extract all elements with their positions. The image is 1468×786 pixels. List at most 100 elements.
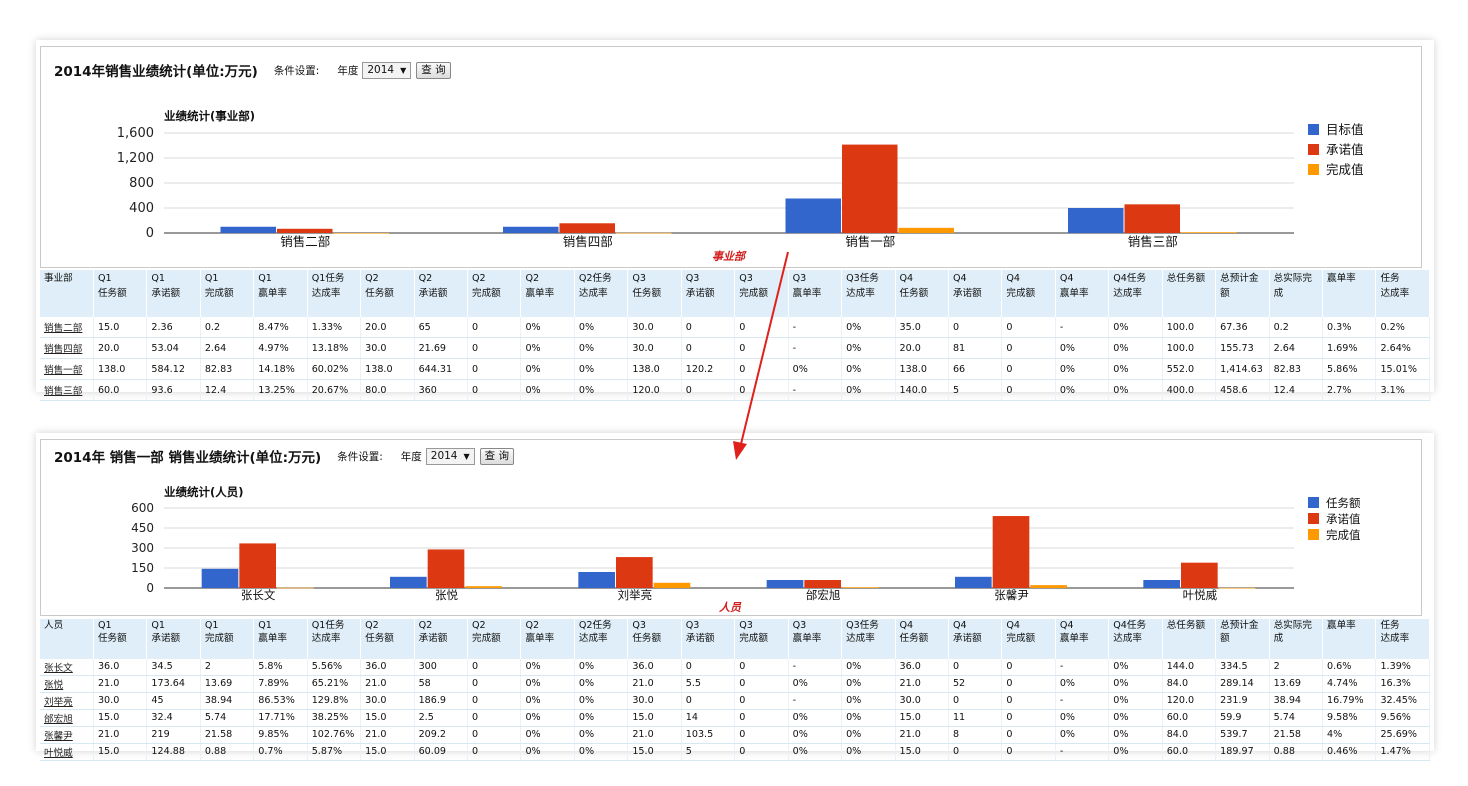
row-name-cell: 张长文 [40,658,94,676]
row-link[interactable]: 张馨尹 [44,731,73,742]
row-link[interactable]: 张长文 [44,663,73,674]
chart-title: 业绩统计(人员) [164,485,244,499]
column-header: Q2 完成额 [467,270,522,317]
table-cell: 0% [1108,379,1163,401]
legend-label: 任务额 [1326,496,1361,510]
table-cell: 1.33% [307,317,362,338]
table-cell: 65.21% [307,675,362,693]
column-header: Q1 完成额 [200,619,255,659]
table-cell: 0 [734,709,789,727]
column-header: Q3 承诺额 [681,270,736,317]
column-header: 总实际完成 [1269,619,1324,659]
section-label: 事业部 [712,250,745,263]
column-header: 赢单率 [1322,270,1377,317]
column-header: Q1任务 达成率 [307,270,362,317]
table-cell: 0 [467,358,522,380]
column-header: Q3 完成额 [734,270,789,317]
row-link[interactable]: 销售一部 [44,365,82,376]
legend-label: 目标值 [1326,122,1364,137]
table-cell: 0.3% [1322,317,1377,338]
bar [559,223,615,233]
row-name-cell: 叶悦威 [40,743,94,761]
column-header: Q3 任务额 [627,619,682,659]
table-cell: 138.0 [93,358,148,380]
table-cell: 5.74 [200,709,255,727]
table-cell: 15.0 [93,709,148,727]
bar [842,587,879,588]
column-header: Q3 任务额 [627,270,682,317]
table-cell: 13.69 [200,675,255,693]
table-cell: 0.2% [1375,317,1430,338]
table-cell: 84.0 [1162,675,1217,693]
column-header: Q2 完成额 [467,619,522,659]
table-cell: 9.56% [1375,709,1430,727]
section-label: 人员 [719,601,741,614]
table-cell: 0% [788,675,843,693]
bar [1143,580,1180,588]
table-cell: - [1055,743,1110,761]
table-cell: 0 [1001,337,1056,359]
column-header: Q4任务 达成率 [1108,619,1163,659]
table-cell: 0.7% [253,743,308,761]
row-link[interactable]: 叶悦威 [44,748,73,759]
table-cell: 36.0 [93,658,148,676]
table-cell: 14.18% [253,358,308,380]
column-header: Q3 赢单率 [788,619,843,659]
column-header: Q2 任务额 [360,619,415,659]
y-tick-label: 800 [129,176,154,191]
y-tick-label: 1,600 [117,126,154,141]
row-link[interactable]: 邰宏旭 [44,714,73,725]
table-cell: 2.64 [1269,337,1324,359]
table-cell: 13.18% [307,337,362,359]
table-cell: 21.0 [360,726,415,744]
row-link[interactable]: 刘举亮 [44,697,73,708]
row-link[interactable]: 销售二部 [44,323,82,334]
table-cell: 5.8% [253,658,308,676]
table-cell: 186.9 [414,692,469,710]
table-cell: 4.74% [1322,675,1377,693]
x-category-label: 销售二部 [280,234,330,249]
table-row: 销售一部 138.0 584.12 82.83 14.18% 60.02% 138.0 644… [40,358,1430,380]
table-row: 张悦 21.0 173.64 13.69 7.89% 65.21% 21.0 58 0 0% 0% 2… [40,675,1430,693]
table-row: 销售二部 15.0 2.36 0.2 8.47% 1.33% 20.0 65 0 0% 0% 30.0… [40,317,1430,338]
table-cell: 0% [574,675,629,693]
table-cell: 1.47% [1375,743,1430,761]
table-cell: 0 [681,337,736,359]
table-row: 销售四部 20.0 53.04 2.64 4.97% 13.18% 30.0 21.69 0 0%… [40,337,1430,359]
table-cell: 0% [841,358,896,380]
row-name-cell: 邰宏旭 [40,709,94,727]
table-cell: 60.09 [414,743,469,761]
table-cell: 0% [1108,658,1163,676]
table-cell: 60.0 [93,379,148,401]
column-header: Q1任务 达成率 [307,619,362,659]
table-cell: 0 [948,317,1003,338]
bar [277,587,314,589]
table-cell: 15.0 [895,743,949,761]
table-cell: 0 [467,743,522,761]
table-cell: 0% [1108,709,1163,727]
table-cell: 209.2 [414,726,469,744]
row-link[interactable]: 销售三部 [44,386,82,397]
table-cell: 144.0 [1162,658,1217,676]
staff-report-panel: 2014年 销售一部 销售业绩统计(单位:万元) 条件设置: 年度 2014 ▼ … [36,433,1434,761]
bar [201,568,239,588]
column-header: 赢单率 [1322,619,1377,659]
row-link[interactable]: 销售四部 [44,344,82,355]
table-cell: 189.97 [1215,743,1270,761]
table-cell: 138.0 [895,358,949,380]
table-cell: 0% [788,709,843,727]
row-name-cell: 销售一部 [40,358,94,380]
row-name-cell: 张悦 [40,675,94,693]
table-cell: 11 [948,709,1003,727]
table-row: 销售三部 60.0 93.6 12.4 13.25% 20.67% 80.0 360 0 0% 0%… [40,379,1430,401]
table-cell: 4.97% [253,337,308,359]
table-cell: 0 [734,337,789,359]
table-cell: 0 [1001,726,1056,744]
staff-bar-chart: 业绩统计(人员) 0 150 300 450 600 张长文 张悦 刘举亮 邰宏旭 张馨尹 叶悦威 任务… [131,485,1361,602]
row-link[interactable]: 张悦 [44,680,63,691]
table-cell: 0% [788,726,843,744]
table-cell: 7.89% [253,675,308,693]
bar [1030,585,1067,588]
bar [1124,204,1180,233]
table-cell: 52 [948,675,1003,693]
